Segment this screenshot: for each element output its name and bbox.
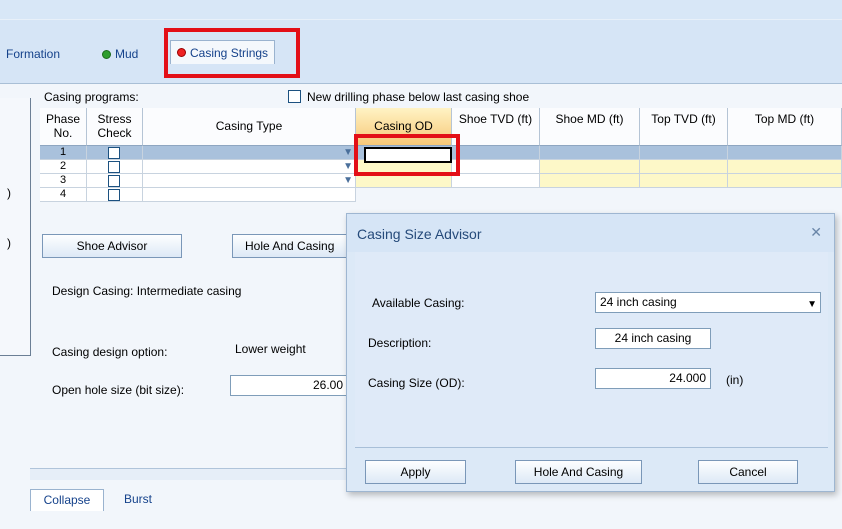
top-strip — [0, 0, 842, 20]
chevron-down-icon[interactable]: ▼ — [343, 146, 353, 159]
casing-type-cell[interactable]: ▼ — [143, 146, 356, 160]
stress-check-checkbox[interactable] — [108, 147, 120, 159]
casing-programs-label: Casing programs: — [44, 90, 139, 104]
collapsed-marker: ) — [7, 236, 11, 250]
design-option-label: Casing design option: — [52, 345, 168, 359]
shoe-advisor-button[interactable]: Shoe Advisor — [42, 234, 182, 258]
shoe-md-cell[interactable] — [540, 146, 640, 160]
casing-size-label: Casing Size (OD): — [368, 376, 465, 390]
top-md-cell[interactable] — [728, 174, 842, 188]
shoe-md-cell[interactable] — [540, 160, 640, 174]
description-label: Description: — [368, 336, 432, 350]
shoe-tvd-cell[interactable] — [452, 160, 540, 174]
design-option-select[interactable]: Lower weight — [230, 339, 348, 360]
top-tvd-cell[interactable] — [640, 146, 728, 160]
highlight-box — [354, 134, 460, 176]
chevron-down-icon[interactable]: ▼ — [343, 160, 353, 173]
col-header: Shoe MD (ft) — [540, 108, 640, 146]
casing-size-advisor-dialog: Casing Size Advisor ✕ Available Casing: … — [346, 213, 835, 492]
open-hole-label: Open hole size (bit size): — [52, 383, 185, 397]
chevron-down-icon[interactable]: ▼ — [343, 174, 353, 187]
shoe-tvd-cell[interactable] — [452, 174, 540, 188]
tab-mud[interactable]: Mud — [96, 43, 144, 65]
stress-check-checkbox[interactable] — [108, 175, 120, 187]
top-md-cell[interactable] — [728, 160, 842, 174]
design-casing-label: Design Casing: Intermediate casing — [52, 284, 242, 298]
table-row[interactable]: 4 — [40, 188, 842, 202]
phase-cell: 2 — [40, 160, 87, 174]
tab-formation[interactable]: Formation — [0, 43, 66, 65]
description-input[interactable]: 24 inch casing — [595, 328, 711, 349]
casing-size-unit: (in) — [726, 373, 744, 387]
cancel-button[interactable]: Cancel — [698, 460, 798, 484]
col-header: Top MD (ft) — [728, 108, 842, 146]
casing-type-cell[interactable]: ▼ — [143, 160, 356, 174]
casing-type-cell[interactable] — [143, 188, 356, 202]
highlight-box — [164, 28, 300, 78]
chevron-down-icon[interactable]: ▼ — [807, 295, 817, 314]
col-header: Shoe TVD (ft) — [452, 108, 540, 146]
stress-check-cell — [87, 174, 143, 188]
dialog-title: Casing Size Advisor — [357, 226, 482, 242]
table-row[interactable]: 3 ▼ — [40, 174, 842, 188]
col-header: Top TVD (ft) — [640, 108, 728, 146]
dialog-body: Available Casing: 24 inch casing ▼ Descr… — [355, 252, 828, 448]
shoe-md-cell[interactable] — [540, 174, 640, 188]
tab-formation-label: Formation — [6, 47, 61, 61]
stress-check-cell — [87, 188, 143, 202]
dialog-title-bar: Casing Size Advisor ✕ — [347, 214, 834, 252]
phase-cell: 3 — [40, 174, 87, 188]
hole-and-casing-button[interactable]: Hole And Casing — [232, 234, 350, 258]
stress-check-checkbox[interactable] — [108, 161, 120, 173]
top-tvd-cell[interactable] — [640, 174, 728, 188]
collapsed-marker: ) — [7, 186, 11, 200]
phase-cell: 1 — [40, 146, 87, 160]
new-phase-label: New drilling phase below last casing sho… — [307, 90, 530, 104]
col-header: Phase No. — [40, 108, 87, 146]
hole-and-casing-button[interactable]: Hole And Casing — [515, 460, 642, 484]
close-icon[interactable]: ✕ — [810, 224, 822, 241]
top-tvd-cell[interactable] — [640, 160, 728, 174]
tab-bar: Formation Mud Casing Strings — [0, 20, 842, 84]
tab-mud-label: Mud — [115, 47, 139, 61]
new-phase-checkbox[interactable] — [288, 90, 301, 103]
stress-check-checkbox[interactable] — [108, 189, 120, 201]
casing-size-input[interactable]: 24.000 — [595, 368, 711, 389]
casing-od-cell[interactable] — [356, 174, 452, 188]
shoe-tvd-cell[interactable] — [452, 146, 540, 160]
col-header: Stress Check — [87, 108, 143, 146]
stress-check-cell — [87, 160, 143, 174]
col-header: Casing Type — [143, 108, 356, 146]
status-dot-icon — [102, 49, 111, 59]
phase-cell: 4 — [40, 188, 87, 202]
available-casing-label: Available Casing: — [372, 296, 465, 310]
top-md-cell[interactable] — [728, 146, 842, 160]
available-casing-select[interactable]: 24 inch casing ▼ — [595, 292, 821, 313]
open-hole-input[interactable]: 26.00 — [230, 375, 348, 396]
bottom-tab-strip — [30, 468, 350, 480]
apply-button[interactable]: Apply — [365, 460, 466, 484]
tab-collapse[interactable]: Collapse — [30, 489, 104, 511]
left-panel: ) ) — [0, 98, 31, 356]
available-casing-value: 24 inch casing — [600, 295, 677, 309]
casing-type-cell[interactable]: ▼ — [143, 174, 356, 188]
tab-burst[interactable]: Burst — [124, 492, 152, 506]
stress-check-cell — [87, 146, 143, 160]
